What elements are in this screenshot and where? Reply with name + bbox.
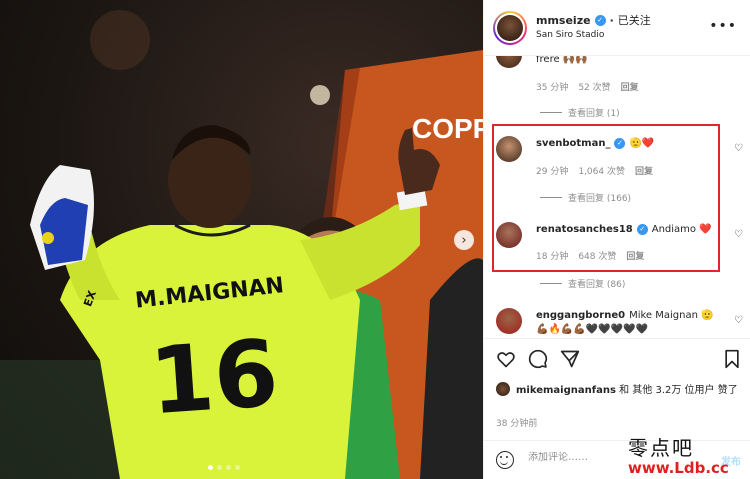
like-heart-icon[interactable] xyxy=(496,349,516,369)
post-actions-bar xyxy=(484,338,750,380)
commenter-avatar[interactable] xyxy=(496,308,522,334)
post-image-illustration: COPPA M.MAIGNAN 16 EX xyxy=(0,10,483,479)
commenter-avatar[interactable] xyxy=(496,136,522,162)
comment-likes[interactable]: 52 次赞 xyxy=(578,80,610,93)
watermark-cn: 零点吧 xyxy=(628,436,694,460)
liker-avatar[interactable] xyxy=(496,382,510,396)
likes-summary: mikemaignanfans 和 其他 3.2万 位用户 赞了 xyxy=(496,381,746,396)
verified-badge-icon: ✓ xyxy=(614,138,626,149)
post-header: mmseize ✓ · 已关注 San Siro Stadio ••• xyxy=(484,0,750,56)
follow-status[interactable]: 已关注 xyxy=(618,12,651,28)
more-horizontal-icon[interactable]: ••• xyxy=(709,18,737,34)
comment-text-line2: 💪🏾🔥💪🏾💪🏾🖤🖤🖤🖤🖤 xyxy=(536,324,649,335)
carousel-dot xyxy=(208,465,213,470)
comment-username[interactable]: enggangborne0 xyxy=(536,310,625,321)
next-photo-button[interactable]: › xyxy=(454,230,474,250)
save-bookmark-icon[interactable] xyxy=(722,349,742,369)
comment-username[interactable]: svenbotman_ xyxy=(536,138,610,149)
view-replies-button[interactable]: 查看回复 (86) xyxy=(540,277,625,290)
jersey-number: 16 xyxy=(146,320,281,436)
post-location[interactable]: San Siro Stadio xyxy=(536,30,604,40)
reply-button[interactable]: 回复 xyxy=(626,249,644,262)
comment-username[interactable]: renatosanches18 xyxy=(536,224,633,235)
author-avatar[interactable] xyxy=(493,11,527,45)
comment-likes[interactable]: 1,064 次赞 xyxy=(578,164,625,177)
reply-button[interactable]: 回复 xyxy=(635,164,653,177)
verified-badge-icon: ✓ xyxy=(636,224,648,235)
post-side-panel: mmseize ✓ · 已关注 San Siro Stadio ••• frer… xyxy=(483,0,750,479)
comment-text: frere 🙌🏾🙌🏾 xyxy=(536,56,588,65)
comment-time: 18 分钟 xyxy=(536,252,569,262)
post-time: 38 分钟前 xyxy=(496,419,538,429)
comment-time: 35 分钟 xyxy=(536,83,569,93)
emoji-smiley-icon[interactable] xyxy=(496,451,514,469)
like-comment-heart-icon[interactable]: ♡ xyxy=(734,229,743,240)
commenter-avatar[interactable] xyxy=(496,56,522,68)
share-send-icon[interactable] xyxy=(560,349,580,369)
carousel-dot xyxy=(217,465,222,470)
comment-time: 29 分钟 xyxy=(536,167,569,177)
like-comment-heart-icon[interactable]: ♡ xyxy=(734,315,743,326)
comment-likes[interactable]: 648 次赞 xyxy=(578,249,616,262)
comment-text: Andiamo ❤️ xyxy=(651,224,712,235)
carousel-dot xyxy=(226,465,231,470)
comment-text: 🫡❤️ xyxy=(629,138,655,149)
post-photo: COPPA M.MAIGNAN 16 EX › xyxy=(0,0,483,479)
commenter-avatar[interactable] xyxy=(496,222,522,248)
liker-username[interactable]: mikemaignanfans xyxy=(516,385,616,396)
view-replies-button[interactable]: 查看回复 (1) xyxy=(540,106,620,119)
board-text: COPPA xyxy=(412,113,483,144)
like-comment-heart-icon[interactable]: ♡ xyxy=(734,143,743,154)
comment-text: Mike Maignan 🫡 xyxy=(629,310,714,321)
watermark-url: www.Ldb.cc xyxy=(628,459,729,477)
watermark: 零点吧 www.Ldb.cc xyxy=(628,432,729,477)
reply-button[interactable]: 回复 xyxy=(621,80,639,93)
author-username[interactable]: mmseize xyxy=(536,14,591,27)
likes-count-text[interactable]: 和 其他 3.2万 位用户 赞了 xyxy=(619,385,738,396)
verified-badge-icon: ✓ xyxy=(594,14,606,26)
comment-bubble-icon[interactable] xyxy=(528,349,548,369)
view-replies-button[interactable]: 查看回复 (166) xyxy=(540,191,631,204)
carousel-dot xyxy=(235,465,240,470)
carousel-dots xyxy=(208,465,240,470)
comments-list: frere 🙌🏾🙌🏾 35 分钟 52 次赞 回复 查看回复 (1) svenb… xyxy=(484,56,750,338)
